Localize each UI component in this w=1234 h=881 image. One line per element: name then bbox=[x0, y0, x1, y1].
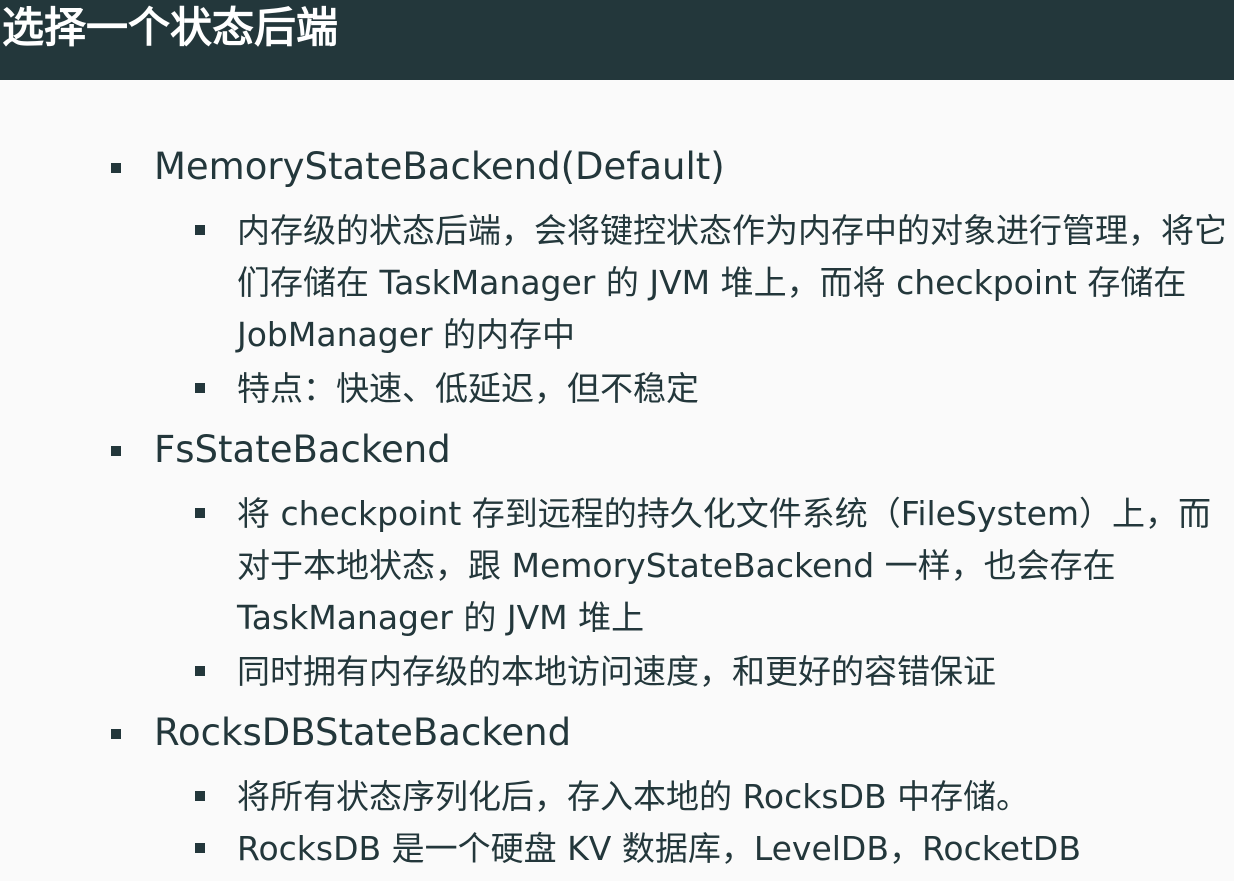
bullet-icon bbox=[195, 383, 205, 393]
section-heading-fs: FsStateBackend bbox=[154, 428, 451, 471]
bullet-icon bbox=[195, 791, 205, 801]
bullet-icon bbox=[111, 729, 121, 739]
bullet-icon bbox=[195, 508, 205, 518]
list-item: 同时拥有内存级的本地访问速度，和更好的容错保证 bbox=[237, 652, 996, 691]
bullet-icon bbox=[195, 225, 205, 235]
list-item: 将所有状态序列化后，存入本地的 RocksDB 中存储。 bbox=[237, 777, 1030, 816]
bullet-icon bbox=[111, 446, 121, 456]
bullet-icon bbox=[111, 163, 121, 173]
slide-header: 选择一个状态后端 bbox=[0, 0, 1234, 80]
list-item: RocksDB 是一个硬盘 KV 数据库，LevelDB，RocketDB bbox=[237, 829, 1081, 868]
bullet-icon bbox=[195, 843, 205, 853]
slide-title: 选择一个状态后端 bbox=[2, 3, 339, 52]
list-item: 特点：快速、低延迟，但不稳定 bbox=[237, 369, 699, 408]
list-item: 将 checkpoint 存到远程的持久化文件系统（FileSystem）上，而… bbox=[237, 494, 1212, 637]
section-heading-rocksdb: RocksDBStateBackend bbox=[154, 711, 572, 754]
list-item: 内存级的状态后端，会将键控状态作为内存中的对象进行管理，将它们存储在 TaskM… bbox=[237, 211, 1227, 354]
bullet-icon bbox=[195, 666, 205, 676]
section-heading-memory: MemoryStateBackend(Default) bbox=[154, 145, 725, 188]
